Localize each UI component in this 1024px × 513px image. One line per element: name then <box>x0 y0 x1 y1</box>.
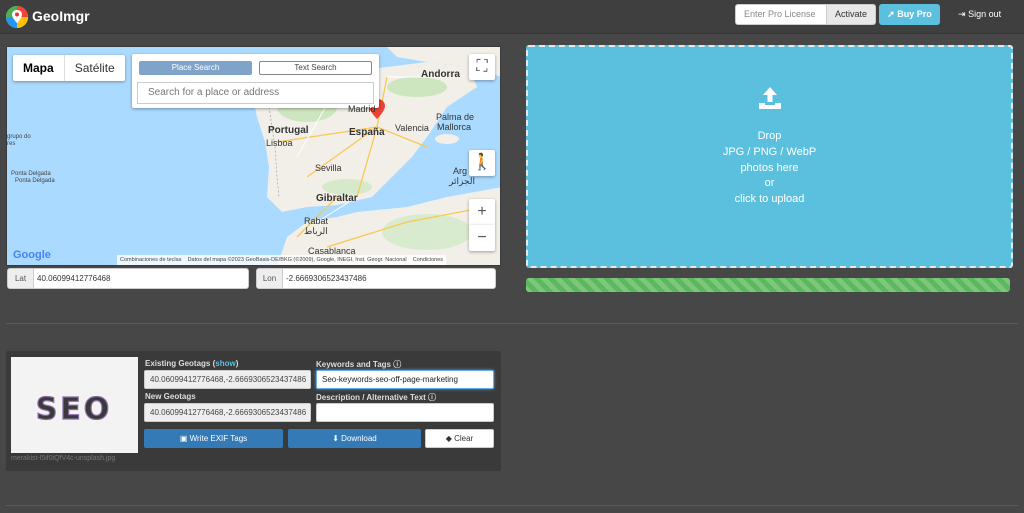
dropzone-text: Drop JPG / PNG / WebP photos here or cli… <box>528 129 1011 208</box>
map-type-toggle: Mapa Satélite <box>13 55 125 81</box>
map-label-ponta: Ponta Delgada <box>11 171 51 177</box>
place-search-input[interactable]: Search for a place or address <box>137 82 374 104</box>
fullscreen-icon: ⛶ <box>476 58 488 75</box>
text-search-button[interactable]: Text Search <box>259 61 372 75</box>
dropzone-line-4: or <box>764 177 775 190</box>
latitude-input[interactable]: 40.06099412776468 <box>34 269 110 288</box>
existing-geotags-label: Existing Geotags (show) <box>145 359 239 368</box>
map-attribution: Combinaciones de teclas Datos del mapa ©… <box>117 255 447 265</box>
terms-link[interactable]: Condiciones <box>413 257 443 263</box>
write-exif-button[interactable]: ▣ Write EXIF Tags <box>144 429 283 448</box>
map-label-ponta-delgada: Ponta Delgada <box>15 178 55 184</box>
map-view[interactable]: Mapa Satélite Place Search Text Search S… <box>6 46 501 266</box>
upload-icon <box>759 87 781 109</box>
new-geotags-field[interactable]: 40.06099412776468,-2.6669306523437486 <box>144 403 311 422</box>
map-search-panel: Place Search Text Search Search for a pl… <box>132 54 379 108</box>
license-input[interactable]: Enter Pro License <box>735 4 827 25</box>
plus-icon: + <box>477 203 487 220</box>
clear-label: Clear <box>454 434 474 443</box>
map-label-andorra: Andorra <box>421 69 460 80</box>
keyboard-shortcuts-link[interactable]: Combinaciones de teclas <box>120 257 181 263</box>
app-logo[interactable] <box>6 6 28 28</box>
map-label-portugal: Portugal <box>268 125 309 136</box>
download-icon: ⬇ <box>332 434 339 443</box>
map-label-madrid: Madrid <box>348 104 376 114</box>
show-link[interactable]: show <box>215 359 235 368</box>
dropzone-line-1: Drop <box>757 130 782 142</box>
latitude-label: Lat <box>8 269 34 288</box>
zoom-in-button[interactable]: + <box>469 199 495 225</box>
fullscreen-button[interactable]: ⛶ <box>469 54 495 80</box>
map-label-lisboa: Lisboa <box>266 138 293 148</box>
map-label-palma: Palma de <box>436 112 475 122</box>
sign-out-link[interactable]: ⇥ Sign out <box>958 9 1001 20</box>
dropzone-line-5: click to upload <box>734 193 805 206</box>
map-label-rabat-ar: الرباط <box>304 226 328 236</box>
sign-out-icon: ⇥ <box>958 9 966 19</box>
thumbnail-text: SEO <box>36 392 113 427</box>
new-geotags-label: New Geotags <box>145 392 196 401</box>
map-tab-satelite[interactable]: Satélite <box>65 55 125 81</box>
app-title[interactable]: GeoImgr <box>32 8 90 24</box>
longitude-field: Lon -2.6669306523437486 <box>256 268 496 289</box>
top-navbar: GeoImgr Enter Pro License Activate ➚ Buy… <box>0 0 1024 34</box>
help-icon[interactable]: ⓘ <box>428 393 436 402</box>
dropzone-line-2: JPG / PNG / WebP <box>722 145 817 158</box>
write-exif-label: Write EXIF Tags <box>189 434 248 443</box>
download-label: Download <box>341 434 377 443</box>
map-label-espana: España <box>349 127 385 138</box>
existing-geotags-field[interactable]: 40.06099412776468,-2.6669306523437486 <box>144 370 311 389</box>
existing-geotags-text: Existing Geotags <box>145 359 211 368</box>
description-label: Description / Alternative Text ⓘ <box>316 392 436 403</box>
download-button[interactable]: ⬇ Download <box>288 429 421 448</box>
dropzone-line-3: photos here <box>740 161 799 174</box>
keywords-label: Keywords and Tags ⓘ <box>316 359 401 370</box>
map-label-gibraltar: Gibraltar <box>316 193 358 204</box>
sign-out-label: Sign out <box>968 9 1002 19</box>
latitude-field: Lat 40.06099412776468 <box>7 268 249 289</box>
image-filename: merakist-l5if0iQfV4c-unsplash.jpg <box>11 455 116 462</box>
map-label-rabat: Rabat <box>304 216 329 226</box>
eraser-icon: ◆ <box>445 434 452 443</box>
help-icon[interactable]: ⓘ <box>393 360 401 369</box>
minus-icon: − <box>477 229 487 246</box>
street-view-pegman[interactable]: 🚶 <box>469 150 495 176</box>
map-label-mallorca: Mallorca <box>437 122 472 132</box>
longitude-input[interactable]: -2.6669306523437486 <box>283 269 367 288</box>
zoom-out-button[interactable]: − <box>469 225 495 251</box>
section-divider <box>6 323 1018 324</box>
map-tab-mapa[interactable]: Mapa <box>13 55 65 81</box>
map-label-sevilla: Sevilla <box>315 163 342 173</box>
map-label-alger-ar: الجزائر <box>449 176 475 186</box>
save-icon: ▣ <box>179 434 188 443</box>
upload-dropzone[interactable]: Drop JPG / PNG / WebP photos here or cli… <box>526 45 1013 268</box>
keywords-input[interactable]: Seo-keywords-seo-off-page-marketing <box>316 370 494 389</box>
description-label-text: Description / Alternative Text <box>316 393 426 402</box>
description-input[interactable] <box>316 403 494 422</box>
clear-button[interactable]: ◆ Clear <box>425 429 494 448</box>
map-label-valencia: Valencia <box>395 123 429 133</box>
map-data-credit: Datos del mapa ©2023 GeoBasis-DE/BKG (©2… <box>187 257 407 263</box>
buy-pro-button[interactable]: ➚ Buy Pro <box>879 4 940 25</box>
buy-pro-label: Buy Pro <box>897 9 932 19</box>
keywords-label-text: Keywords and Tags <box>316 360 391 369</box>
longitude-label: Lon <box>257 269 283 288</box>
footer-divider <box>6 505 1018 506</box>
google-logo[interactable]: Google <box>13 249 51 261</box>
image-thumbnail[interactable]: SEO <box>11 357 138 453</box>
map-label-alger: Arg <box>453 166 468 176</box>
place-search-button[interactable]: Place Search <box>139 61 252 75</box>
activate-button[interactable]: Activate <box>826 4 876 25</box>
map-label-grupo: grupo do <box>7 134 31 140</box>
pegman-icon: 🚶 <box>472 154 492 171</box>
upload-progress-bar <box>526 278 1010 292</box>
rocket-icon: ➚ <box>887 9 895 19</box>
image-card: SEO merakist-l5if0iQfV4c-unsplash.jpg Ex… <box>6 351 501 471</box>
map-label-acores: res <box>7 141 16 147</box>
